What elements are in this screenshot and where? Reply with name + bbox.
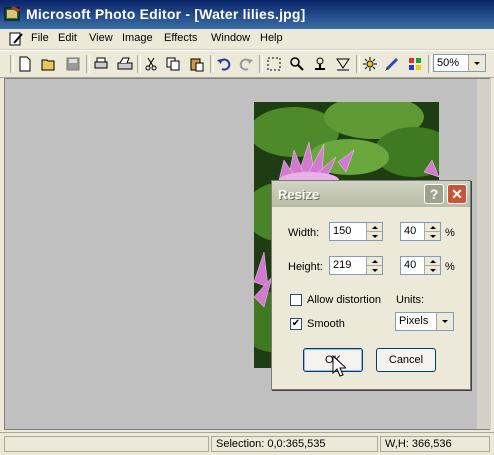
selection-readout: Selection: 0,0:365,535 — [211, 436, 378, 452]
toolbar-separator — [210, 55, 214, 73]
toolbar-separator — [137, 55, 141, 73]
spin-down-icon[interactable] — [367, 232, 382, 240]
spin-up-icon[interactable] — [367, 223, 382, 232]
width-value: 150 — [333, 225, 352, 237]
menu-edit[interactable]: Edit — [58, 32, 77, 44]
paste-icon[interactable] — [188, 55, 206, 73]
brightness-icon[interactable] — [361, 55, 379, 73]
dialog-title: Resize — [278, 187, 320, 202]
stamp-icon[interactable] — [311, 55, 329, 73]
pen-icon[interactable] — [383, 55, 401, 73]
document-control-icon[interactable] — [8, 31, 24, 47]
zoom-value: 50% — [437, 57, 460, 69]
height-spinner[interactable] — [366, 257, 382, 274]
spin-up-icon[interactable] — [425, 257, 440, 266]
height-value: 219 — [333, 259, 352, 271]
toolbar-separator — [86, 55, 90, 73]
menu-view[interactable]: View — [89, 32, 113, 44]
units-label: Units: — [396, 294, 425, 306]
units-value: Pixels — [399, 315, 429, 327]
status-panel-message — [4, 436, 209, 452]
smooth-label[interactable]: Smooth — [307, 318, 345, 330]
save-icon[interactable] — [64, 55, 82, 73]
height-label: Height: — [288, 261, 323, 273]
width-percent-spinner[interactable] — [424, 223, 440, 240]
print-icon[interactable] — [92, 55, 110, 73]
redo-icon[interactable] — [237, 55, 255, 73]
color-icon[interactable] — [406, 55, 424, 73]
width-percent-sign: % — [445, 227, 455, 239]
allow-distortion-checkbox[interactable] — [290, 294, 302, 306]
spin-up-icon[interactable] — [367, 257, 382, 266]
undo-icon[interactable] — [215, 55, 233, 73]
width-percent-value: 40 — [404, 225, 417, 237]
height-percent-spinner[interactable] — [424, 257, 440, 274]
smudge-icon[interactable] — [334, 55, 352, 73]
toolbar-separator — [428, 55, 432, 73]
cancel-button[interactable]: Cancel — [376, 348, 436, 372]
menu-help[interactable]: Help — [260, 32, 283, 44]
smooth-checkbox[interactable]: ✔ — [290, 318, 302, 330]
status-bar: Selection: 0,0:365,535 W,H: 366,536 — [0, 432, 494, 455]
width-spinner[interactable] — [366, 223, 382, 240]
resize-dialog: Resize ? ✕ Width: 150 40 % Height: 219 4… — [271, 180, 471, 390]
width-label: Width: — [288, 227, 320, 239]
height-percent-sign: % — [445, 261, 455, 273]
window-title: Microsoft Photo Editor - [Water lilies.j… — [26, 6, 306, 22]
toolbar-separator — [259, 55, 263, 73]
close-button[interactable]: ✕ — [447, 184, 467, 204]
open-icon[interactable] — [40, 55, 58, 73]
allow-distortion-label[interactable]: Allow distortion — [307, 294, 381, 306]
photo-editor-app-icon[interactable] — [4, 5, 22, 23]
select-icon[interactable] — [265, 55, 283, 73]
chevron-down-icon[interactable] — [436, 313, 453, 330]
zoom-icon[interactable] — [288, 55, 306, 73]
spin-down-icon[interactable] — [367, 266, 382, 274]
menu-bar: File Edit View Image Effects Window Help — [0, 29, 494, 50]
height-percent-input[interactable]: 40 — [400, 256, 441, 275]
title-bar: Microsoft Photo Editor - [Water lilies.j… — [0, 0, 494, 29]
menu-image[interactable]: Image — [122, 32, 153, 44]
chevron-down-icon[interactable] — [468, 55, 485, 71]
spin-down-icon[interactable] — [425, 232, 440, 240]
height-input[interactable]: 219 — [329, 256, 383, 275]
toolbar: 50% — [0, 50, 494, 78]
vertical-scrollbar[interactable] — [477, 79, 491, 429]
menu-file[interactable]: File — [31, 32, 49, 44]
menu-effects[interactable]: Effects — [164, 32, 197, 44]
mouse-cursor-icon — [332, 355, 346, 377]
size-readout: W,H: 366,536 — [380, 436, 490, 452]
units-select[interactable]: Pixels — [395, 312, 454, 331]
width-percent-input[interactable]: 40 — [400, 222, 441, 241]
help-button[interactable]: ? — [424, 184, 444, 204]
menu-window[interactable]: Window — [211, 32, 250, 44]
zoom-select[interactable]: 50% — [433, 54, 486, 72]
toolbar-separator — [356, 55, 360, 73]
width-input[interactable]: 150 — [329, 222, 383, 241]
scan-icon[interactable] — [116, 55, 134, 73]
new-icon[interactable] — [16, 55, 34, 73]
copy-icon[interactable] — [164, 55, 182, 73]
height-percent-value: 40 — [404, 259, 417, 271]
spin-up-icon[interactable] — [425, 223, 440, 232]
spin-down-icon[interactable] — [425, 266, 440, 274]
cut-icon[interactable] — [142, 55, 160, 73]
toolbar-grip — [10, 55, 14, 73]
dialog-title-bar: Resize ? ✕ — [272, 181, 470, 207]
